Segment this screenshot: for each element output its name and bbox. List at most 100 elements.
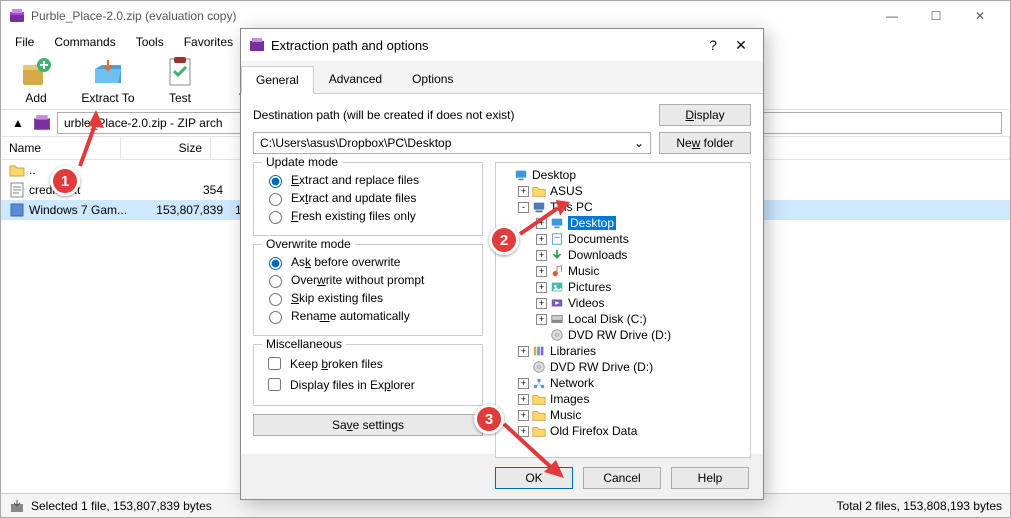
tab-general[interactable]: General — [241, 66, 314, 94]
expand-icon[interactable]: + — [536, 314, 547, 325]
menu-commands[interactable]: Commands — [46, 33, 123, 51]
expand-icon[interactable]: + — [518, 186, 529, 197]
tree-node[interactable]: + Images — [498, 391, 748, 407]
dialog-body: Destination path (will be created if doe… — [241, 94, 763, 454]
nav-up-button[interactable]: ▲ — [9, 114, 27, 132]
check-display-explorer[interactable]: Display files in Explorer — [264, 374, 472, 395]
minimize-button[interactable]: — — [870, 2, 914, 30]
radio-skip-existing[interactable]: Skip existing files — [264, 289, 472, 307]
expand-icon[interactable]: + — [518, 394, 529, 405]
add-icon — [20, 57, 52, 89]
expand-icon[interactable]: + — [536, 250, 547, 261]
overwrite-mode-group: Overwrite mode Ask before overwrite Over… — [253, 244, 483, 336]
expand-icon[interactable]: + — [518, 378, 529, 389]
menu-file[interactable]: File — [7, 33, 42, 51]
radio-extract-update[interactable]: Extract and update files — [264, 189, 472, 207]
tree-label: Desktop — [532, 168, 576, 182]
folder-icon — [531, 184, 547, 198]
save-settings-button[interactable]: Save settings — [253, 414, 483, 436]
dialog-close-button[interactable]: ✕ — [727, 37, 755, 54]
misc-title: Miscellaneous — [262, 337, 346, 351]
update-mode-title: Update mode — [262, 155, 342, 169]
tab-advanced[interactable]: Advanced — [314, 65, 397, 93]
tree-node[interactable]: DVD RW Drive (D:) — [498, 327, 748, 343]
tree-node[interactable]: + Network — [498, 375, 748, 391]
display-button[interactable]: Display — [659, 104, 751, 126]
window-title: Purble_Place-2.0.zip (evaluation copy) — [31, 9, 870, 23]
tree-label: Pictures — [568, 280, 611, 294]
cancel-button[interactable]: Cancel — [583, 467, 661, 489]
dialog-tabs: General Advanced Options — [241, 61, 763, 94]
help-button[interactable]: Help — [671, 467, 749, 489]
tree-label: Local Disk (C:) — [568, 312, 647, 326]
dest-path-combo[interactable]: C:\Users\asus\Dropbox\PC\Desktop ⌄ — [253, 132, 651, 154]
tree-node[interactable]: + Downloads — [498, 247, 748, 263]
misc-group: Miscellaneous Keep broken files Display … — [253, 344, 483, 406]
expand-icon[interactable]: + — [536, 282, 547, 293]
expand-icon[interactable]: + — [518, 410, 529, 421]
extract-icon — [92, 57, 124, 89]
overwrite-mode-title: Overwrite mode — [262, 237, 355, 251]
expand-icon[interactable]: + — [536, 266, 547, 277]
arrow-3 — [500, 420, 580, 490]
chevron-down-icon: ⌄ — [634, 136, 644, 150]
check-keep-broken[interactable]: Keep broken files — [264, 353, 472, 374]
tree-node[interactable]: + Libraries — [498, 343, 748, 359]
net-icon — [531, 376, 547, 390]
radio-ask-before[interactable]: Ask before overwrite — [264, 253, 472, 271]
winrar-icon — [249, 37, 265, 53]
text-file-icon — [9, 182, 25, 198]
music-icon — [549, 264, 565, 278]
tree-node[interactable]: + Pictures — [498, 279, 748, 295]
tree-node[interactable]: + Music — [498, 263, 748, 279]
tool-extract-to[interactable]: Extract To — [81, 57, 135, 105]
tree-label: Videos — [568, 296, 604, 310]
close-button[interactable]: ✕ — [958, 2, 1002, 30]
tree-label: DVD RW Drive (D:) — [550, 360, 653, 374]
winrar-icon — [9, 8, 25, 24]
dialog-help-button[interactable]: ? — [699, 37, 727, 53]
tool-add[interactable]: Add — [9, 57, 63, 105]
expand-icon[interactable]: + — [518, 346, 529, 357]
menu-tools[interactable]: Tools — [128, 33, 172, 51]
menu-favorites[interactable]: Favorites — [176, 33, 241, 51]
down-icon — [549, 248, 565, 262]
dvd-icon — [531, 360, 547, 374]
disk-icon — [549, 312, 565, 326]
tool-test[interactable]: Test — [153, 57, 207, 105]
tree-node[interactable]: + Local Disk (C:) — [498, 311, 748, 327]
col-size[interactable]: Size — [121, 137, 211, 159]
tree-label: Documents — [568, 232, 629, 246]
tree-label: Music — [568, 264, 599, 278]
tab-options[interactable]: Options — [397, 65, 468, 93]
new-folder-button[interactable]: New folder — [659, 132, 751, 154]
folder-icon — [531, 392, 547, 406]
dvd-icon — [549, 328, 565, 342]
expand-icon[interactable]: + — [536, 298, 547, 309]
tool-test-label: Test — [169, 91, 191, 105]
tree-label: Network — [550, 376, 594, 390]
tree-node[interactable]: Desktop — [498, 167, 748, 183]
maximize-button[interactable]: ☐ — [914, 2, 958, 30]
arrow-2 — [516, 200, 576, 240]
archive-icon — [33, 114, 51, 132]
tree-label: Images — [550, 392, 589, 406]
tree-node[interactable]: + ASUS — [498, 183, 748, 199]
radio-extract-replace[interactable]: Extract and replace files — [264, 171, 472, 189]
tree-node[interactable]: DVD RW Drive (D:) — [498, 359, 748, 375]
tree-label: ASUS — [550, 184, 583, 198]
titlebar: Purble_Place-2.0.zip (evaluation copy) —… — [1, 1, 1010, 31]
dialog-title: Extraction path and options — [271, 38, 699, 53]
tree-label: Downloads — [568, 248, 627, 262]
tree-node[interactable]: + Videos — [498, 295, 748, 311]
radio-fresh-only[interactable]: Fresh existing files only — [264, 207, 472, 225]
status-left: Selected 1 file, 153,807,839 bytes — [31, 499, 212, 513]
arrow-1 — [66, 110, 106, 170]
lib-icon — [531, 344, 547, 358]
radio-rename-auto[interactable]: Rename automatically — [264, 307, 472, 325]
dest-label: Destination path (will be created if doe… — [253, 108, 651, 122]
dest-path-value: C:\Users\asus\Dropbox\PC\Desktop — [260, 136, 451, 150]
radio-overwrite-noprompt[interactable]: Overwrite without prompt — [264, 271, 472, 289]
callout-2: 2 — [489, 225, 519, 255]
tree-label: Libraries — [550, 344, 596, 358]
